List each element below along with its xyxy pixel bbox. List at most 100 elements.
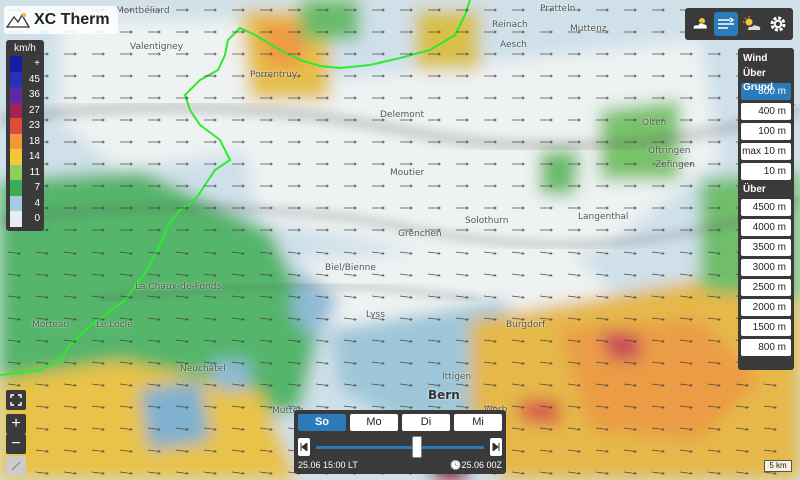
wind-icon [718,17,735,29]
legend-swatch [10,211,22,227]
legend-row: 45 [10,71,40,87]
time-controls: So Mo Di Mi 25.06 15:00 LT 🕓25.06 00Z [294,410,506,474]
legend-row: 7 [10,180,40,196]
slider-knob[interactable] [411,436,422,458]
panel-title: Wind [743,53,768,64]
slider-track[interactable] [316,446,484,449]
legend-swatch [10,180,22,196]
settings-button[interactable] [766,12,790,36]
city-label: Burgdorf [506,320,546,330]
minus-icon: − [11,435,21,452]
zoom-out-button[interactable]: − [6,434,26,454]
legend-row: 18 [10,133,40,149]
step-forward-button[interactable] [490,438,502,456]
gear-icon [770,16,786,32]
legend-value: 23 [28,120,40,132]
expand-icon [10,394,22,406]
city-label: Valentigney [130,42,184,52]
altitude-button[interactable]: 4000 m [741,219,791,236]
legend-swatch [10,87,22,103]
legend-row-plus: + [10,56,40,72]
legend-value: 27 [28,104,40,116]
city-label: Ittigen [442,372,472,382]
altitude-button[interactable]: max 10 m [741,143,791,160]
day-tab[interactable]: Mo [350,414,398,431]
legend-row: 27 [10,102,40,118]
app-title: XC Therm [34,11,110,28]
legend-value: 4 [34,197,40,209]
altitude-button[interactable]: 2000 m [741,299,791,316]
legend-swatch [10,71,22,87]
time-slider[interactable] [298,435,502,459]
sun-cloud-icon [743,16,761,30]
city-label: Aesch [500,40,527,50]
city-label: Oftringen [648,146,691,156]
legend-swatch [10,149,22,165]
zoom-in-button[interactable]: + [6,414,26,434]
above-sea-label: Über Meer [743,184,766,209]
city-label: Grenchen [398,229,442,239]
altitude-panel: Wind Über Grund 800 m 400 m 100 m max 10 m 1… [738,48,794,370]
legend-value: 7 [34,182,40,194]
altitude-button[interactable]: 2500 m [741,279,791,296]
thermal-button[interactable] [740,12,764,36]
altitude-button[interactable]: 400 m [741,103,791,120]
app-logo[interactable]: XC Therm [4,6,118,34]
day-tab[interactable]: Mi [454,414,502,431]
city-label: Bern [428,388,460,402]
locate-button[interactable] [6,456,26,476]
legend-row: 4 [10,195,40,211]
city-label: Porrentruy [250,70,298,80]
city-label: Delemont [380,110,425,120]
above-ground-label: Über Grund [743,68,773,93]
altitude-button[interactable]: 10 m [741,163,791,180]
legend-row: 14 [10,149,40,165]
wind-button[interactable] [714,12,738,36]
legend-swatch [10,118,22,134]
fullscreen-button[interactable] [6,390,26,410]
legend-unit: km/h [14,43,36,54]
city-label: Olten [642,118,667,128]
wind-map[interactable] [0,0,800,480]
legend-swatch [10,164,22,180]
city-label: Muttenz [570,24,607,34]
city-label: Moutier [390,168,425,178]
legend-value: 14 [28,151,40,163]
city-label: Morteau [32,320,70,330]
wind-field-layer [0,0,800,480]
mountain-logo-icon [6,12,30,28]
altitude-button[interactable]: 800 m [741,339,791,356]
day-tab[interactable]: So [298,414,346,431]
legend-row: 36 [10,87,40,103]
legend-swatch [10,102,22,118]
cloud-sun-button[interactable] [688,12,712,36]
skip-forward-icon [492,443,500,451]
cloud-sun-icon [692,18,708,30]
legend-row: 0 [10,211,40,227]
utc-time: 🕓25.06 00Z [450,460,502,470]
city-label: La Chaux-de-Fonds [135,282,222,292]
step-back-button[interactable] [298,438,310,456]
altitude-button[interactable]: 3500 m [741,239,791,256]
local-time: 25.06 15:00 LT [298,460,358,470]
plus-icon: + [11,415,21,432]
legend-value: 18 [28,135,40,147]
location-icon [11,461,21,471]
map-scale: 5 km [764,460,792,472]
altitude-button[interactable]: 3000 m [741,259,791,276]
city-label: Langenthal [578,212,629,222]
legend-value: 11 [29,166,40,178]
city-label: Neuchâtel [180,364,226,374]
legend-value: 36 [28,89,40,101]
layer-toolbar [685,8,793,40]
city-label: Solothurn [465,216,509,226]
altitude-button[interactable]: 1500 m [741,319,791,336]
skip-back-icon [300,443,308,451]
city-label: Lyss [366,310,385,320]
city-label: Le Locle [96,320,133,330]
altitude-button[interactable]: 100 m [741,123,791,140]
day-tab[interactable]: Di [402,414,450,431]
legend-value: 0 [34,213,40,225]
legend-swatch [10,133,22,149]
city-label: Reinach [492,20,528,30]
